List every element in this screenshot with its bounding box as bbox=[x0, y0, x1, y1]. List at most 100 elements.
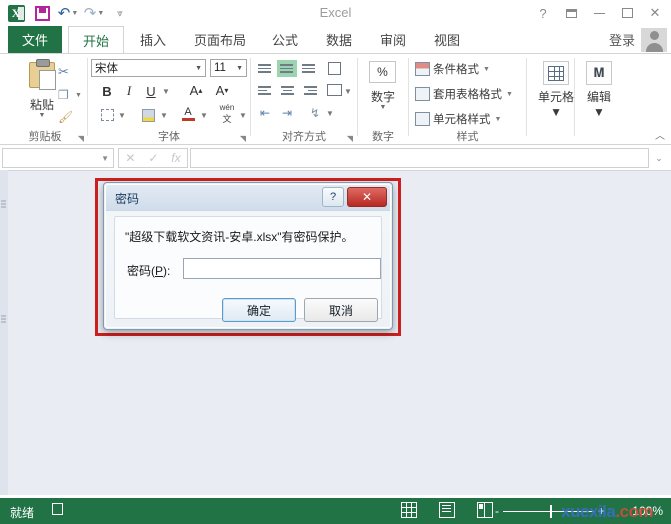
row-header-strip bbox=[0, 170, 8, 495]
insert-function-icon[interactable]: fx bbox=[171, 151, 180, 165]
dialog-title-bar: 密码 ? ✕ bbox=[106, 185, 390, 211]
tab-review[interactable]: 审阅 bbox=[372, 26, 414, 53]
underline-chevron-icon[interactable]: ▼ bbox=[161, 84, 171, 98]
borders-button[interactable] bbox=[98, 106, 116, 124]
zoom-out-icon[interactable]: - bbox=[495, 504, 499, 518]
align-right-button[interactable] bbox=[299, 82, 319, 99]
number-chevron-icon[interactable]: ▼ bbox=[360, 104, 406, 111]
editing-button[interactable]: 𝐌 编辑 ▼ bbox=[586, 61, 612, 119]
page-break-view-icon[interactable] bbox=[477, 502, 493, 518]
bold-button[interactable]: B bbox=[98, 82, 116, 100]
tab-file[interactable]: 文件 bbox=[8, 26, 62, 53]
collapse-ribbon-icon[interactable]: ︿ bbox=[655, 127, 665, 142]
merge-cells-button[interactable] bbox=[323, 81, 345, 99]
name-box[interactable]: ▼ bbox=[2, 148, 114, 168]
zoom-thumb[interactable] bbox=[550, 504, 553, 518]
borders-chevron-icon[interactable]: ▼ bbox=[117, 108, 127, 122]
binoculars-icon: 𝐌 bbox=[586, 61, 612, 85]
dialog-close-icon[interactable]: ✕ bbox=[347, 187, 387, 207]
tab-insert[interactable]: 插入 bbox=[132, 26, 174, 53]
group-separator bbox=[250, 58, 251, 136]
orientation-button[interactable] bbox=[323, 59, 345, 77]
save-icon[interactable] bbox=[30, 2, 54, 24]
font-dialog-launcher[interactable]: ◥ bbox=[240, 134, 246, 143]
tab-view[interactable]: 视图 bbox=[426, 26, 468, 53]
dialog-message: "超级下载软文资讯-安卓.xlsx"有密码保护。 bbox=[125, 230, 354, 244]
italic-button[interactable]: I bbox=[120, 82, 138, 100]
dialog-cancel-button[interactable]: 取消 bbox=[304, 298, 378, 322]
wrap-text-button[interactable]: ↯ bbox=[305, 104, 325, 121]
fill-color-button[interactable] bbox=[138, 105, 158, 125]
align-top-button[interactable] bbox=[255, 60, 275, 77]
align-left-button[interactable] bbox=[255, 82, 275, 99]
grow-font-button[interactable]: A ▴ bbox=[186, 81, 206, 99]
customize-quick-access-icon[interactable]: ⩔ bbox=[108, 2, 132, 24]
tab-formulas[interactable]: 公式 bbox=[264, 26, 306, 53]
enter-formula-icon[interactable]: ✓ bbox=[148, 151, 158, 165]
ribbon-group-alignment: ▼ ⇤ ⇥ ↯ ▼ 对齐方式 ◥ bbox=[253, 54, 355, 145]
password-input[interactable] bbox=[183, 258, 381, 279]
alignment-dialog-launcher[interactable]: ◥ bbox=[347, 134, 353, 143]
chevron-down-icon[interactable]: ▼ bbox=[236, 65, 243, 72]
fill-color-chevron-icon[interactable]: ▼ bbox=[159, 108, 169, 122]
percent-style-button[interactable]: % bbox=[369, 61, 396, 83]
cancel-formula-icon[interactable]: ✕ bbox=[125, 151, 135, 165]
cells-button[interactable]: 单元格 ▼ bbox=[538, 61, 574, 119]
phonetic-chevron-icon[interactable]: ▼ bbox=[238, 108, 248, 122]
wrap-text-chevron-icon[interactable]: ▼ bbox=[325, 106, 335, 120]
format-painter-button[interactable]: 🖌 bbox=[58, 110, 73, 125]
conditional-formatting-button[interactable]: 条件格式 ▼ bbox=[415, 61, 490, 77]
page-layout-view-icon[interactable] bbox=[439, 502, 455, 518]
tab-page-layout[interactable]: 页面布局 bbox=[186, 26, 254, 53]
copy-icon: ❐ bbox=[58, 88, 69, 102]
minimize-icon[interactable] bbox=[585, 0, 613, 26]
dialog-ok-button[interactable]: 确定 bbox=[222, 298, 296, 322]
undo-icon[interactable]: ↶ ▼ bbox=[56, 2, 80, 24]
align-middle-button[interactable] bbox=[277, 60, 297, 77]
signin-link[interactable]: 登录 bbox=[609, 26, 635, 53]
password-label: 密码(P): bbox=[127, 264, 171, 278]
password-dialog: 密码 ? ✕ "超级下载软文资讯-安卓.xlsx"有密码保护。 密码(P): 确… bbox=[103, 182, 393, 330]
paintbrush-icon: 🖌 bbox=[58, 110, 74, 124]
dialog-help-icon[interactable]: ? bbox=[322, 187, 344, 207]
help-icon[interactable]: ? bbox=[529, 0, 557, 26]
copy-button[interactable]: ❐ ▼ bbox=[58, 88, 82, 103]
ribbon-group-font: 宋体 ▼ 11 ▼ B I U ▼ A ▴ A ▾ ▼ ▼ A ▼ wén 文 ▼ 字… bbox=[90, 54, 248, 145]
formula-input[interactable] bbox=[190, 148, 649, 168]
cell-styles-button[interactable]: 单元格样式 ▼ bbox=[415, 111, 501, 127]
group-separator bbox=[408, 58, 409, 136]
align-bottom-button[interactable] bbox=[299, 60, 319, 77]
phonetic-guide-button[interactable]: wén 文 bbox=[216, 103, 238, 124]
align-center-button[interactable] bbox=[277, 82, 297, 99]
normal-view-icon[interactable] bbox=[401, 502, 417, 518]
underline-button[interactable]: U bbox=[142, 82, 160, 100]
ribbon-group-styles: 条件格式 ▼ 套用表格格式 ▼ 单元格样式 ▼ 样式 bbox=[411, 54, 524, 145]
tab-home[interactable]: 开始 bbox=[68, 26, 124, 54]
format-as-table-button[interactable]: 套用表格格式 ▼ bbox=[415, 86, 513, 102]
font-color-button[interactable]: A bbox=[178, 104, 198, 124]
tab-data[interactable]: 数据 bbox=[318, 26, 360, 53]
decrease-indent-button[interactable]: ⇤ bbox=[255, 104, 275, 121]
chevron-down-icon[interactable]: ▼ bbox=[101, 154, 109, 163]
chevron-down-icon[interactable]: ▼ bbox=[195, 65, 202, 72]
increase-indent-button[interactable]: ⇥ bbox=[277, 104, 297, 121]
close-icon[interactable]: ✕ bbox=[641, 0, 669, 26]
ribbon-display-options-icon[interactable] bbox=[557, 0, 585, 26]
font-name-input[interactable]: 宋体 ▼ bbox=[91, 59, 206, 77]
avatar[interactable] bbox=[641, 28, 667, 52]
cut-button[interactable]: ✂ bbox=[58, 64, 73, 79]
shrink-font-button[interactable]: A ▾ bbox=[212, 81, 232, 99]
clipboard-dialog-launcher[interactable]: ◥ bbox=[78, 134, 84, 143]
font-size-input[interactable]: 11 ▼ bbox=[210, 59, 247, 77]
maximize-icon[interactable] bbox=[613, 0, 641, 26]
formula-action-buttons: ✕ ✓ fx bbox=[118, 148, 188, 168]
group-label-alignment: 对齐方式 bbox=[282, 131, 326, 143]
dialog-resize-grip[interactable] bbox=[379, 317, 389, 327]
expand-formula-bar-icon[interactable]: ⌄ bbox=[651, 148, 667, 168]
font-color-chevron-icon[interactable]: ▼ bbox=[199, 108, 209, 122]
ribbon-group-editing: 𝐌 编辑 ▼ bbox=[577, 54, 623, 145]
clipboard-icon bbox=[29, 59, 56, 90]
redo-icon[interactable]: ↷ ▼ bbox=[82, 2, 106, 24]
merge-chevron-icon[interactable]: ▼ bbox=[343, 84, 353, 98]
record-macro-icon[interactable] bbox=[52, 503, 66, 518]
